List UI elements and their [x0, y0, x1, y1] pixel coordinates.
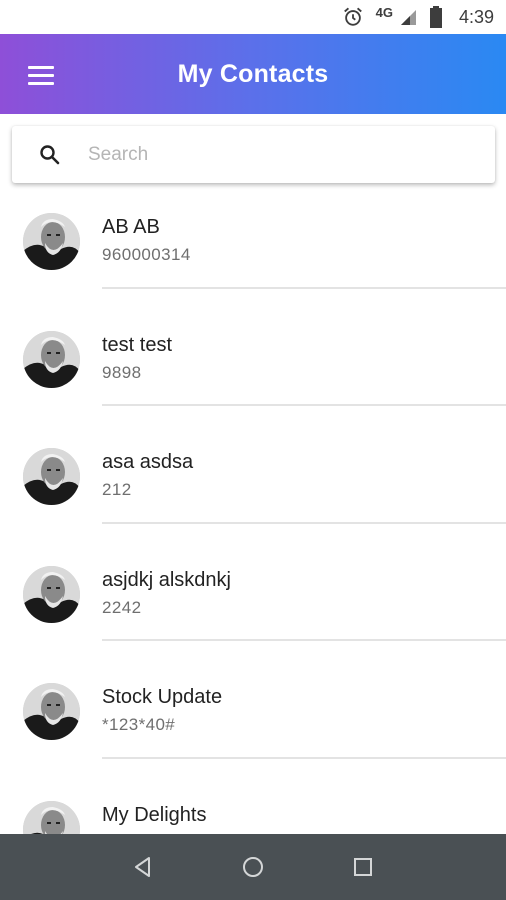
contact-name: My Delights [102, 803, 207, 826]
hamburger-menu-icon[interactable] [28, 58, 62, 92]
recents-icon[interactable] [348, 852, 378, 882]
contact-name: Stock Update [102, 686, 223, 708]
signal-icon [399, 8, 417, 26]
home-icon[interactable] [238, 852, 268, 882]
contact-item[interactable]: asa asdsa 212 [0, 418, 506, 536]
divider [102, 404, 506, 406]
search-icon [38, 143, 62, 167]
avatar [23, 213, 80, 270]
avatar [23, 800, 80, 834]
avatar [23, 330, 80, 388]
contact-name: asjdkj alskdnkj [102, 568, 231, 591]
network-type: 4G [375, 4, 393, 20]
contact-item[interactable]: Stock Update *123*40# [0, 653, 506, 771]
contact-name: test test [102, 333, 173, 356]
divider [102, 756, 506, 759]
avatar [23, 448, 80, 505]
avatar [23, 683, 80, 740]
divider [102, 639, 506, 641]
search-bar [12, 126, 495, 183]
contact-item[interactable]: AB AB 960000314 [0, 183, 506, 301]
battery-icon [429, 6, 443, 28]
divider [102, 286, 506, 289]
contact-item[interactable]: test test 9898 [0, 301, 506, 419]
alarm-icon [342, 6, 364, 28]
divider [102, 521, 506, 524]
contact-item[interactable]: asjdkj alskdnkj 2242 [0, 536, 506, 654]
search-input[interactable] [88, 136, 478, 174]
contact-phone: 212 [102, 480, 132, 499]
contact-name: AB AB [102, 216, 160, 238]
page-title: My Contacts [177, 59, 329, 88]
clock-time: 4:39 [458, 6, 494, 27]
back-icon[interactable] [128, 852, 158, 882]
contact-phone: *123*40# [102, 715, 176, 734]
contact-phone: 2242 [102, 597, 142, 617]
contact-list: AB AB 960000314 test test 9898 asa asdsa… [0, 183, 506, 834]
contact-phone: 9898 [102, 362, 142, 382]
contact-name: asa asdsa [102, 451, 194, 473]
contact-item[interactable]: My Delights [0, 771, 506, 834]
avatar [23, 565, 80, 623]
app-bar: My Contacts [0, 34, 506, 114]
status-bar: 4G 4:39 [0, 0, 506, 34]
system-nav-bar [0, 834, 506, 900]
contact-phone: 960000314 [102, 245, 191, 264]
